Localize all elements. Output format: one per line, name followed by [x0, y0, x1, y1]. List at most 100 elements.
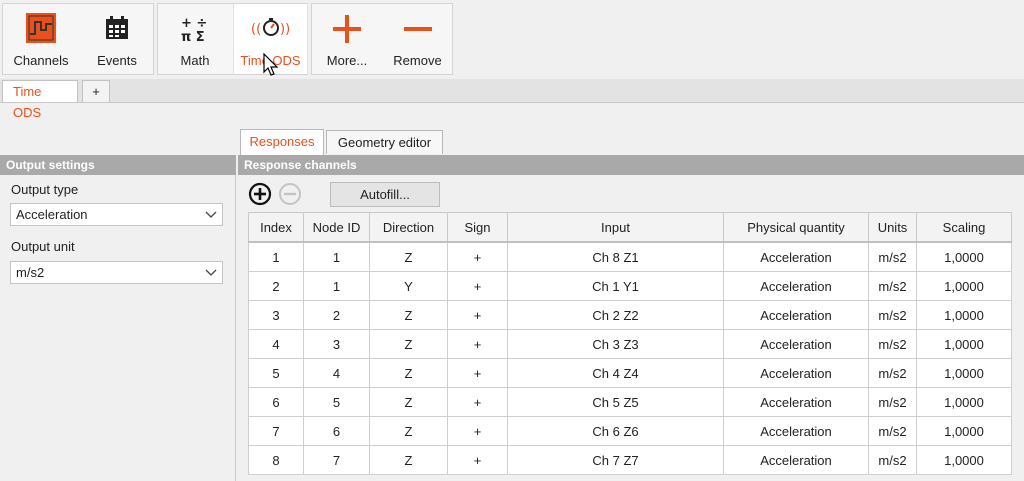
remove-row-button[interactable]	[278, 182, 302, 206]
cell-physical-quantity[interactable]: Acceleration	[723, 387, 869, 417]
autofill-button[interactable]: Autofill...	[330, 182, 440, 207]
table-row[interactable]: 7 6 Z + Ch 6 Z6 Acceleration m/s2 1,0000	[248, 416, 1012, 446]
cell-physical-quantity[interactable]: Acceleration	[723, 358, 869, 388]
cell-units[interactable]: m/s2	[868, 416, 917, 446]
ribbon-group-data: Channels Events	[2, 3, 154, 75]
table-row[interactable]: 2 1 Y + Ch 1 Y1 Acceleration m/s2 1,0000	[248, 271, 1012, 301]
cell-units[interactable]: m/s2	[868, 241, 917, 272]
cell-input[interactable]: Ch 8 Z1	[507, 241, 724, 272]
cell-direction[interactable]: Z	[369, 358, 448, 388]
cell-direction[interactable]: Z	[369, 445, 448, 475]
cell-physical-quantity[interactable]: Acceleration	[723, 329, 869, 359]
cell-physical-quantity[interactable]: Acceleration	[723, 416, 869, 446]
cell-node-id[interactable]: 6	[303, 416, 370, 446]
cell-direction[interactable]: Z	[369, 387, 448, 417]
column-header-input[interactable]: Input	[507, 212, 724, 243]
table-row[interactable]: 8 7 Z + Ch 7 Z7 Acceleration m/s2 1,0000	[248, 445, 1012, 475]
cell-input[interactable]: Ch 1 Y1	[507, 271, 724, 301]
cell-node-id[interactable]: 4	[303, 358, 370, 388]
cell-node-id[interactable]: 7	[303, 445, 370, 475]
add-row-button[interactable]	[248, 182, 272, 206]
table-row[interactable]: 3 2 Z + Ch 2 Z2 Acceleration m/s2 1,0000	[248, 300, 1012, 330]
svg-text:π Σ: π Σ	[181, 30, 205, 43]
cell-sign[interactable]: +	[447, 445, 508, 475]
cell-units[interactable]: m/s2	[868, 271, 917, 301]
cell-node-id[interactable]: 1	[303, 271, 370, 301]
cell-index: 3	[248, 300, 304, 330]
table-row[interactable]: 6 5 Z + Ch 5 Z5 Acceleration m/s2 1,0000	[248, 387, 1012, 417]
cell-sign[interactable]: +	[447, 241, 508, 272]
cell-scaling[interactable]: 1,0000	[916, 387, 1012, 417]
column-header-sign[interactable]: Sign	[447, 212, 508, 243]
column-header-physical-quantity[interactable]: Physical quantity	[723, 212, 869, 243]
channels-button[interactable]: Channels	[3, 4, 79, 74]
cell-direction[interactable]: Z	[369, 241, 448, 272]
cell-node-id[interactable]: 2	[303, 300, 370, 330]
cell-units[interactable]: m/s2	[868, 358, 917, 388]
cell-node-id[interactable]: 3	[303, 329, 370, 359]
cell-direction[interactable]: Z	[369, 300, 448, 330]
remove-circle-icon	[279, 183, 301, 205]
tab-geometry-editor[interactable]: Geometry editor	[326, 130, 443, 154]
table-row[interactable]: 1 1 Z + Ch 8 Z1 Acceleration m/s2 1,0000	[248, 241, 1012, 272]
svg-text:+ ÷: + ÷	[181, 16, 207, 31]
cell-sign[interactable]: +	[447, 387, 508, 417]
column-header-index[interactable]: Index	[248, 212, 304, 243]
more-button[interactable]: More...	[312, 4, 382, 74]
events-button[interactable]: Events	[79, 4, 155, 74]
cell-direction[interactable]: Y	[369, 271, 448, 301]
cell-sign[interactable]: +	[447, 358, 508, 388]
column-header-direction[interactable]: Direction	[369, 212, 448, 243]
cell-scaling[interactable]: 1,0000	[916, 329, 1012, 359]
cell-input[interactable]: Ch 5 Z5	[507, 387, 724, 417]
cell-units[interactable]: m/s2	[868, 445, 917, 475]
column-header-node-id[interactable]: Node ID	[303, 212, 370, 243]
output-unit-label: Output unit	[11, 239, 75, 254]
output-type-select[interactable]: Acceleration	[10, 203, 223, 226]
cell-input[interactable]: Ch 6 Z6	[507, 416, 724, 446]
cell-direction[interactable]: Z	[369, 329, 448, 359]
cell-physical-quantity[interactable]: Acceleration	[723, 445, 869, 475]
cell-input[interactable]: Ch 4 Z4	[507, 358, 724, 388]
cell-direction[interactable]: Z	[369, 416, 448, 446]
cell-node-id[interactable]: 5	[303, 387, 370, 417]
cell-sign[interactable]: +	[447, 416, 508, 446]
cell-physical-quantity[interactable]: Acceleration	[723, 300, 869, 330]
calendar-icon	[104, 15, 130, 44]
chevron-down-icon	[204, 262, 218, 283]
cell-input[interactable]: Ch 7 Z7	[507, 445, 724, 475]
cell-scaling[interactable]: 1,0000	[916, 416, 1012, 446]
cell-units[interactable]: m/s2	[868, 329, 917, 359]
math-button[interactable]: + ÷ π Σ Math	[158, 4, 232, 74]
time-ods-icon: (())	[251, 16, 291, 43]
column-header-units[interactable]: Units	[868, 212, 917, 243]
add-tab-button[interactable]: +	[82, 80, 110, 102]
cell-sign[interactable]: +	[447, 300, 508, 330]
tab-responses[interactable]: Responses	[240, 129, 324, 155]
cell-scaling[interactable]: 1,0000	[916, 445, 1012, 475]
cell-scaling[interactable]: 1,0000	[916, 300, 1012, 330]
cell-sign[interactable]: +	[447, 271, 508, 301]
cell-index: 1	[248, 241, 304, 272]
cell-scaling[interactable]: 1,0000	[916, 241, 1012, 272]
output-unit-select[interactable]: m/s2	[10, 261, 223, 284]
output-type-value: Acceleration	[16, 207, 88, 222]
cell-scaling[interactable]: 1,0000	[916, 271, 1012, 301]
remove-button[interactable]: Remove	[382, 4, 453, 74]
column-header-scaling[interactable]: Scaling	[916, 212, 1012, 243]
cell-node-id[interactable]: 1	[303, 241, 370, 272]
table-row[interactable]: 5 4 Z + Ch 4 Z4 Acceleration m/s2 1,0000	[248, 358, 1012, 388]
cell-scaling[interactable]: 1,0000	[916, 358, 1012, 388]
table-header-row: Index Node ID Direction Sign Input Physi…	[248, 212, 1012, 243]
cell-index: 5	[248, 358, 304, 388]
table-row[interactable]: 4 3 Z + Ch 3 Z3 Acceleration m/s2 1,0000	[248, 329, 1012, 359]
cell-physical-quantity[interactable]: Acceleration	[723, 241, 869, 272]
cell-physical-quantity[interactable]: Acceleration	[723, 271, 869, 301]
ribbon-group-edit: More... Remove	[311, 3, 453, 75]
cell-input[interactable]: Ch 3 Z3	[507, 329, 724, 359]
cell-input[interactable]: Ch 2 Z2	[507, 300, 724, 330]
cell-sign[interactable]: +	[447, 329, 508, 359]
tab-time-ods[interactable]: Time ODS	[2, 80, 78, 120]
cell-units[interactable]: m/s2	[868, 300, 917, 330]
cell-units[interactable]: m/s2	[868, 387, 917, 417]
